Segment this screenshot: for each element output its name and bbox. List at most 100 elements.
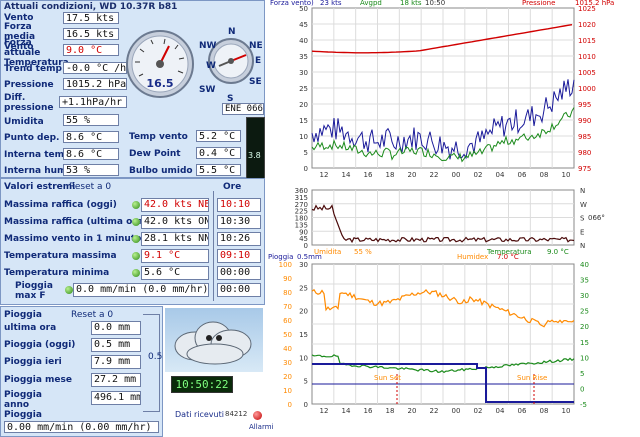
wind-direction-value: ENE 066 ° [222, 103, 264, 115]
current-conditions-panel: Attuali condizioni, WD 10.37R b81 Vento … [0, 0, 265, 179]
value-trend-temp: -0.0 °C /hr [63, 62, 127, 74]
y-tick-left: 0 [304, 242, 308, 250]
x-tick: 16 [364, 171, 373, 179]
sunrise-label: Sun Rise [517, 374, 547, 382]
sky-panel [165, 308, 263, 372]
y-tick-left2: 100 [279, 261, 292, 269]
y-tick-right: N [580, 242, 585, 250]
extreme-label: Temperatura minima [4, 268, 110, 278]
y-tick-right: 20 [580, 323, 589, 331]
extreme-value: 42.0 kts NE [141, 198, 209, 212]
extreme-value: 5.6 °C [141, 266, 209, 280]
clock-display: 10:50:22 [171, 376, 233, 393]
y-tick-left: 30 [299, 69, 308, 77]
status-dot [132, 252, 140, 260]
y-tick-right: 10 [580, 354, 589, 362]
y-tick-right: W [580, 201, 587, 209]
y-tick-left2: 30 [283, 359, 292, 367]
value-forza-media: 16.5 kts [63, 28, 119, 40]
weather-icon-area: 10:50:22 Dati ricevuti 84212 Allarmi [163, 306, 274, 437]
x-tick: 04 [496, 171, 505, 179]
value-umidita: 55 % [63, 114, 119, 126]
value-interna-temp: 8.6 °C [63, 148, 119, 160]
y-tick-left: 5 [304, 149, 308, 157]
x-tick: 22 [430, 407, 439, 415]
y-tick-right: S [580, 215, 585, 223]
y-tick-left: 20 [299, 308, 308, 316]
legend-item: 23 kts [320, 0, 342, 7]
y-tick-left: 40 [299, 37, 308, 45]
y-tick-right: 985 [578, 133, 591, 141]
extreme-time: 09:10 [217, 249, 261, 263]
y-tick-left: 35 [299, 53, 308, 61]
y-tick-left: 20 [299, 101, 308, 109]
compass-e: E [255, 56, 262, 66]
charts-area: Forza vento) 23 kts Avgpd 18 kts 10:50 Pressi… [268, 0, 614, 415]
y-tick-left: 0 [304, 401, 308, 409]
y-tick-left2: 20 [283, 373, 292, 381]
x-tick: 18 [386, 407, 395, 415]
y-tick-left2: 0 [288, 401, 292, 409]
status-dot [132, 201, 140, 209]
y-tick-right: 995 [578, 101, 591, 109]
rain-bracket-value: 0.5 [148, 352, 163, 362]
x-tick: 10 [562, 407, 571, 415]
legend-item: Humidex [457, 253, 488, 261]
x-tick: 04 [496, 407, 505, 415]
extreme-time: 00:00 [217, 266, 261, 280]
extreme-value: 9.1 °C [141, 249, 209, 263]
y-tick-left: 30 [299, 261, 308, 269]
y-tick-right: 980 [578, 149, 591, 157]
rain-bracket [143, 314, 160, 412]
compass-sw: SW [199, 85, 216, 95]
rain-label: Pioggia mese [4, 375, 72, 385]
extreme-label: Pioggia max F [15, 281, 53, 301]
compass-nw: NW [199, 41, 217, 51]
x-tick: 22 [430, 171, 439, 179]
rain-reset[interactable]: Reset a 0 [71, 310, 113, 320]
uv-value: 3.8 [248, 151, 261, 160]
rain-value: 0.0 mm [91, 321, 141, 335]
value-diff-pressione: +1.1hPa/hr [59, 96, 127, 108]
y-tick-right: N [580, 187, 585, 195]
rain-value: 0.5 mm [91, 338, 141, 352]
extreme-label: Massimo vento in 1 minuto [4, 234, 142, 244]
x-tick: 14 [342, 407, 351, 415]
rain-value: 496.1 mm [91, 391, 141, 405]
y-tick-left2: 60 [283, 317, 292, 325]
y-tick-right: 0 [580, 385, 584, 393]
y-tick-right: 1010 [578, 53, 596, 61]
y-tick-right: 975 [578, 165, 591, 173]
label-umidita: Umidita [4, 117, 44, 127]
legend-item: 0.5mm [297, 253, 322, 261]
x-tick: 00 [452, 407, 461, 415]
legend-item: 55 % [354, 248, 372, 256]
dati-count: 84212 [225, 410, 248, 418]
extreme-value: 0.0 mm/min (0.0 mm/hr) [73, 283, 209, 297]
extreme-value: 42.0 kts ONO [141, 215, 209, 229]
y-tick-right: 1015 [578, 37, 596, 45]
x-tick: 08 [540, 407, 549, 415]
value-dew-point: 0.4 °C [196, 147, 241, 159]
x-tick: 06 [518, 407, 527, 415]
value-pressione: 1015.2 hPa [63, 78, 127, 90]
y-tick-right: 40 [580, 261, 589, 269]
y-tick-right: 5 [580, 370, 584, 378]
alarm-icon[interactable] [253, 411, 262, 420]
y-tick-right: 1020 [578, 21, 596, 29]
y-tick-left: 10 [299, 133, 308, 141]
legend-item: 18 kts [400, 0, 422, 7]
x-tick: 02 [474, 171, 483, 179]
y-tick-right: -5 [580, 401, 587, 409]
x-tick: 20 [408, 407, 417, 415]
x-tick: 18 [386, 171, 395, 179]
value-temp-vento: 5.2 °C [196, 130, 241, 142]
x-tick: 10 [562, 171, 571, 179]
x-tick: 08 [540, 171, 549, 179]
legend-item: Pressione [522, 0, 555, 7]
extremes-reset[interactable]: Reset a 0 [69, 182, 111, 192]
status-dot [132, 235, 140, 243]
extremes-title: Valori estremi [4, 182, 76, 192]
y-tick-right: 1005 [578, 69, 596, 77]
y-tick-left2: 80 [283, 289, 292, 297]
